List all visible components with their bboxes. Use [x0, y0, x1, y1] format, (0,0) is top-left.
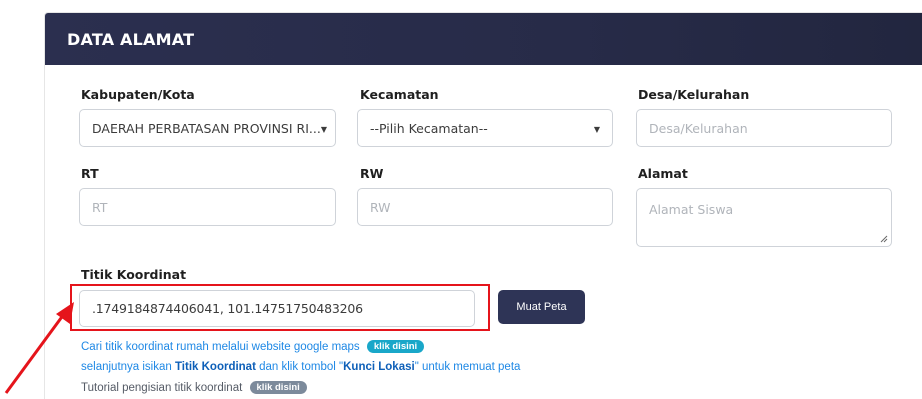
klik-disini-maps-link[interactable]: klik disini: [366, 340, 425, 353]
help-instruction-text-2: dan klik tombol ": [255, 361, 344, 373]
help-line-maps: Cari titik koordinat rumah melalui websi…: [81, 340, 425, 353]
caret-down-icon: ▼: [320, 125, 327, 134]
help-line-tutorial-text: Tutorial pengisian titik koordinat: [81, 382, 243, 394]
kecamatan-select[interactable]: --Pilih Kecamatan-- ▼: [357, 109, 613, 147]
kecamatan-label: Kecamatan: [360, 87, 439, 102]
rw-label: RW: [360, 166, 384, 181]
card-header: DATA ALAMAT: [45, 13, 922, 65]
red-arrow-annotation-icon: [4, 302, 74, 394]
klik-disini-tutorial-link[interactable]: klik disini: [249, 381, 307, 394]
alamat-placeholder: Alamat Siswa: [649, 202, 734, 217]
koordinat-input[interactable]: .1749184874406041, 101.14751750483206: [79, 290, 475, 327]
help-line-tutorial: Tutorial pengisian titik koordinat klik …: [81, 381, 307, 394]
kabupaten-select[interactable]: DAERAH PERBATASAN PROVINSI RI... ▼: [79, 109, 336, 147]
help-instruction-text-1: selanjutnya isikan: [81, 361, 175, 373]
rt-input[interactable]: RT: [79, 188, 336, 226]
rt-placeholder: RT: [92, 199, 108, 215]
koordinat-value: .1749184874406041, 101.14751750483206: [92, 301, 363, 316]
caret-down-icon: ▼: [593, 125, 600, 134]
kabupaten-selected-value: DAERAH PERBATASAN PROVINSI RI...: [92, 120, 321, 136]
help-line-instruction: selanjutnya isikan Titik Koordinat dan k…: [81, 361, 520, 373]
resize-grip-icon[interactable]: [880, 235, 888, 243]
help-instruction-text-3: " untuk memuat peta: [414, 361, 521, 373]
card-title: DATA ALAMAT: [67, 29, 195, 49]
desa-input[interactable]: Desa/Kelurahan: [636, 109, 892, 147]
alamat-textarea[interactable]: Alamat Siswa: [636, 188, 892, 247]
kabupaten-label: Kabupaten/Kota: [81, 87, 195, 102]
muat-peta-button[interactable]: Muat Peta: [498, 290, 585, 324]
help-instruction-bold-kunci: Kunci Lokasi: [343, 361, 415, 373]
desa-placeholder: Desa/Kelurahan: [649, 120, 748, 136]
page-top-strip: [0, 0, 922, 12]
rw-placeholder: RW: [370, 199, 391, 215]
rw-input[interactable]: RW: [357, 188, 613, 226]
desa-label: Desa/Kelurahan: [638, 87, 750, 102]
koordinat-label: Titik Koordinat: [81, 267, 187, 282]
help-instruction-bold-titik: Titik Koordinat: [174, 361, 256, 373]
alamat-label: Alamat: [638, 166, 688, 181]
kecamatan-selected-value: --Pilih Kecamatan--: [370, 120, 488, 136]
rt-label: RT: [81, 166, 99, 181]
help-line-maps-text: Cari titik koordinat rumah melalui websi…: [81, 341, 360, 353]
